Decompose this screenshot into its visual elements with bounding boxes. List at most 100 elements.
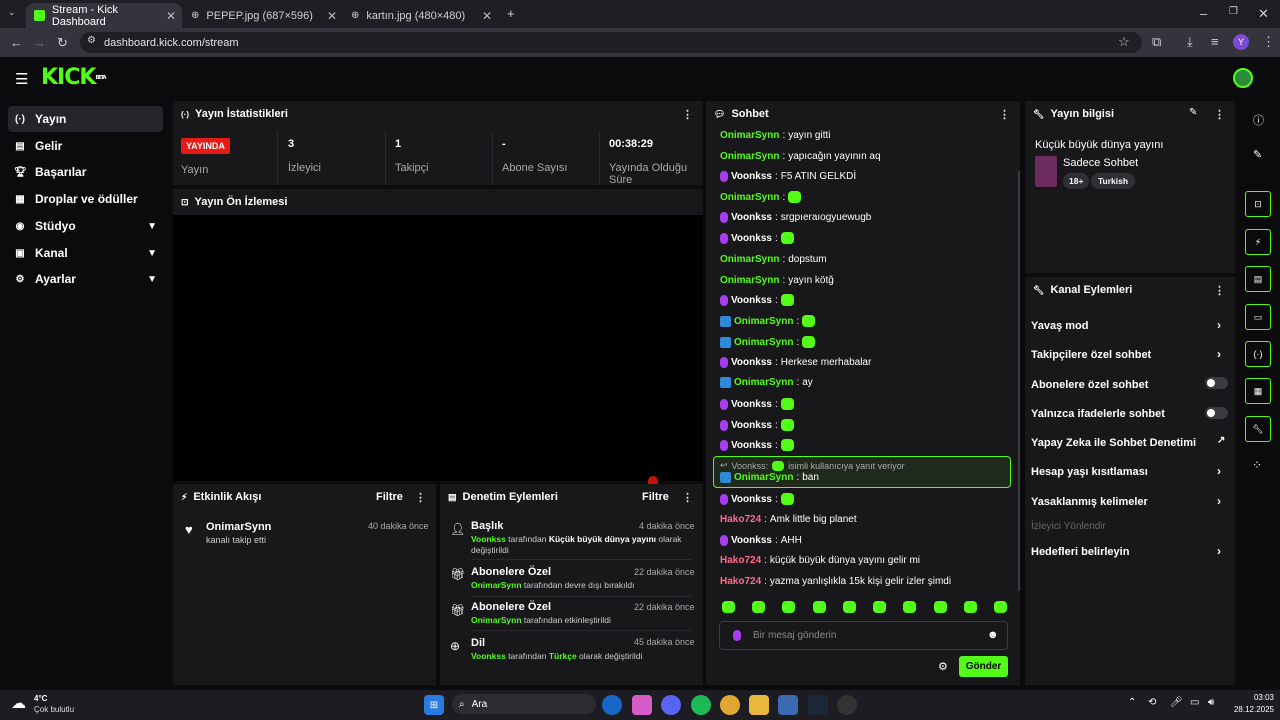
info-icon[interactable]: ⓘ [1253, 112, 1264, 128]
edge-icon[interactable] [602, 695, 622, 715]
emote-icon[interactable] [903, 601, 917, 613]
activity-user[interactable]: OnimarSynn [206, 521, 271, 533]
close-window-icon[interactable]: ✕ [1258, 7, 1269, 20]
windows-start-icon[interactable]: ⊞ [424, 695, 444, 715]
lightning-icon[interactable]: ⚡︎ [1245, 229, 1271, 255]
edit-pencil-icon[interactable]: ✎ [1253, 148, 1262, 161]
sidebar-item-studyo[interactable]: ◉ Stüdyo ▼ [8, 213, 163, 239]
spotify-icon[interactable] [691, 695, 711, 715]
emoji-picker-icon[interactable]: ☻ [987, 629, 999, 641]
action-followers-only[interactable]: Takipçilere özel sohbet [1031, 349, 1151, 361]
forward-icon[interactable]: → [33, 36, 46, 49]
sidebar-item-droplar[interactable]: ▦ Droplar ve ödüller [8, 186, 163, 212]
chat-username[interactable]: Voonkss [731, 399, 772, 410]
chat-scrollbar[interactable] [1018, 171, 1020, 591]
tag-badge[interactable]: Turkish [1091, 173, 1136, 189]
action-ai-moderation[interactable]: Yapay Zeka ile Sohbet Denetimi [1031, 437, 1196, 449]
monitor-icon[interactable]: ▭ [1190, 697, 1199, 708]
site-info-icon[interactable]: ⚙ [87, 36, 96, 46]
chat-settings-gear-icon[interactable]: ⚙ [938, 660, 948, 673]
download-icon[interactable]: ⤓ [1187, 35, 1193, 48]
layout-icon[interactable]: ▦ [1245, 378, 1271, 404]
chat-username[interactable]: Voonkss [731, 212, 772, 223]
close-icon[interactable]: ✕ [482, 9, 492, 23]
wrench-icon[interactable]: 🔧︎ [1245, 416, 1271, 442]
chrome-icon[interactable] [720, 695, 740, 715]
bookmark-star-icon[interactable]: ☆ [1118, 35, 1130, 48]
send-button[interactable]: Gönder [959, 656, 1008, 677]
microphone-icon[interactable]: 🎤︎ [1170, 697, 1183, 708]
chevron-right-icon[interactable]: › [1217, 494, 1221, 508]
filter-button[interactable]: Filtre [376, 491, 403, 503]
app-icon[interactable] [837, 695, 857, 715]
profile-avatar[interactable]: Y [1233, 34, 1249, 50]
chevron-right-icon[interactable]: › [1217, 318, 1221, 332]
emote-icon[interactable] [993, 601, 1007, 613]
hamburger-menu-icon[interactable]: ☰ [15, 70, 28, 88]
copilot-icon[interactable] [632, 695, 652, 715]
chat-username[interactable]: OnimarSynn [720, 192, 779, 203]
more-options-icon[interactable]: ⋮ [682, 491, 693, 504]
chat-username[interactable]: OnimarSynn [734, 316, 793, 327]
chat-username[interactable]: Hako724 [720, 576, 761, 587]
maximize-icon[interactable]: ❐ [1229, 7, 1238, 17]
address-bar[interactable]: ⚙ dashboard.kick.com/stream [80, 32, 1142, 53]
widgets-icon[interactable]: ⁘ [1252, 458, 1262, 472]
filter-button[interactable]: Filtre [642, 491, 669, 503]
chat-username[interactable]: Hako724 [720, 514, 761, 525]
mod-user[interactable]: Voonkss [471, 651, 506, 661]
chevron-up-icon[interactable]: ⌃ [1128, 697, 1136, 708]
clock-date[interactable]: 28.12.2025 [1224, 705, 1274, 714]
sidebar-item-kanal[interactable]: ▣ Kanal ▼ [8, 240, 163, 266]
chat-username[interactable]: Voonkss [731, 233, 772, 244]
tag-badge[interactable]: 18+ [1063, 173, 1090, 189]
clock-time[interactable]: 03:03 [1224, 693, 1274, 702]
sidebar-item-basarilar[interactable]: 🏆︎ Başarılar [8, 159, 163, 185]
emote-icon[interactable] [782, 601, 796, 613]
emote-icon[interactable] [842, 601, 856, 613]
chat-input[interactable]: Bir mesaj gönderin ☻ [719, 621, 1008, 650]
chat-username[interactable]: OnimarSynn [720, 151, 779, 162]
reading-list-icon[interactable]: ≡ [1211, 35, 1219, 48]
category-name[interactable]: Sadece Sohbet [1063, 157, 1138, 169]
more-options-icon[interactable]: ⋮ [682, 108, 693, 121]
chat-bubble-icon[interactable]: ▭ [1245, 304, 1271, 330]
category-thumbnail[interactable] [1035, 156, 1057, 187]
menu-kebab-icon[interactable]: ⋮ [1262, 35, 1275, 48]
chat-username[interactable]: OnimarSynn [720, 130, 779, 141]
reload-icon[interactable]: ↻ [57, 36, 68, 49]
user-avatar[interactable] [1233, 68, 1253, 88]
chat-username[interactable]: OnimarSynn [720, 254, 779, 265]
chat-username[interactable]: Voonkss [731, 420, 772, 431]
steam-icon[interactable] [808, 695, 828, 715]
action-banned-words[interactable]: Yasaklanmış kelimeler [1031, 496, 1148, 508]
chevron-right-icon[interactable]: › [1217, 347, 1221, 361]
more-options-icon[interactable]: ⋮ [1214, 108, 1225, 121]
sidebar-item-yayin[interactable]: (·) Yayın [8, 106, 163, 132]
sidebar-item-ayarlar[interactable]: ⚙ Ayarlar ▼ [8, 266, 163, 292]
minimize-icon[interactable]: – [1200, 7, 1207, 20]
discord-icon[interactable] [661, 695, 681, 715]
app-icon[interactable] [778, 695, 798, 715]
chat-username[interactable]: Voonkss [731, 171, 772, 182]
reply-to-user[interactable]: Voonkss: [732, 461, 769, 471]
action-goals[interactable]: Hedefleri belirleyin [1031, 546, 1129, 558]
more-options-icon[interactable]: ⋮ [415, 491, 426, 504]
tab-kick-dashboard[interactable]: Stream - Kick Dashboard ✕ [26, 3, 182, 28]
chat-username[interactable]: Voonkss [731, 494, 772, 505]
emote-icon[interactable] [873, 601, 887, 613]
chat-username[interactable]: Voonkss [731, 295, 772, 306]
subs-only-toggle[interactable] [1205, 377, 1228, 389]
tab-pepep[interactable]: ⊕ PEPEP.jpg (687×596) ✕ [183, 3, 343, 28]
external-link-icon[interactable]: ↗ [1217, 435, 1225, 446]
close-icon[interactable]: ✕ [327, 9, 337, 23]
mod-user[interactable]: Voonkss [471, 534, 506, 544]
chat-username[interactable]: Hako724 [720, 555, 761, 566]
chat-username[interactable]: OnimarSynn [734, 472, 793, 483]
chevron-right-icon[interactable]: › [1217, 544, 1221, 558]
mod-user[interactable]: OnimarSynn [471, 615, 522, 625]
edit-pencil-icon[interactable]: ✎ [1189, 107, 1197, 118]
close-icon[interactable]: ✕ [166, 9, 176, 23]
kick-logo[interactable]: KICKBETA [41, 66, 107, 90]
chevron-right-icon[interactable]: › [1217, 464, 1221, 478]
